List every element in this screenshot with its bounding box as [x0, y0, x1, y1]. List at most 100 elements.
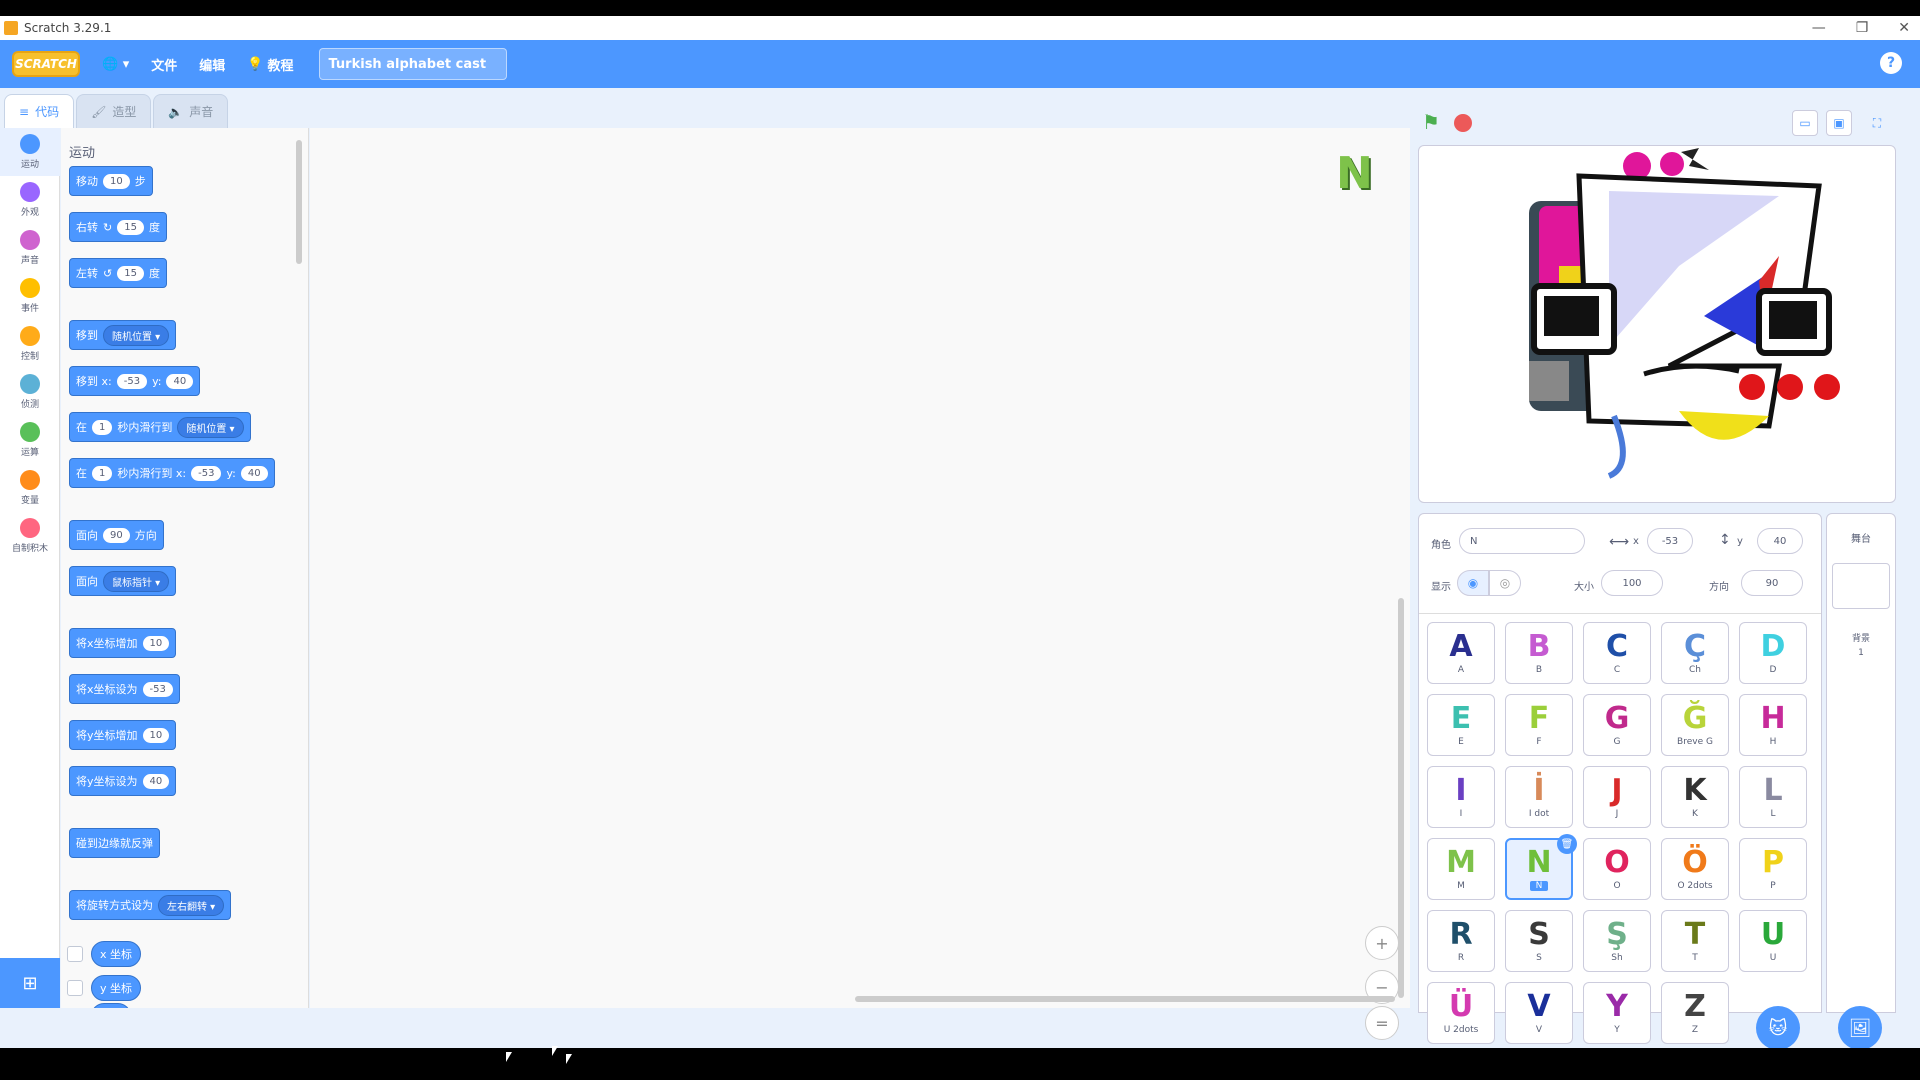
- language-menu[interactable]: 🌐 ▾: [102, 57, 129, 72]
- sprite-tile[interactable]: HH: [1739, 694, 1807, 756]
- y-input[interactable]: 40: [240, 465, 268, 481]
- stage-canvas[interactable]: [1418, 145, 1896, 503]
- x-position-checkbox[interactable]: [67, 946, 83, 962]
- set-y-block[interactable]: 将y坐标设为 40: [69, 766, 177, 796]
- category-5[interactable]: 侦测: [0, 368, 60, 416]
- sprite-tile[interactable]: KK: [1661, 766, 1729, 828]
- direction-input[interactable]: 90: [1741, 570, 1803, 596]
- script-workspace[interactable]: N + −: [310, 128, 1410, 1008]
- glide-xy-block[interactable]: 在 1 秒内滑行到 x: -53 y: 40: [69, 458, 275, 488]
- sprite-tile[interactable]: MM: [1427, 838, 1495, 900]
- dy-input[interactable]: 10: [142, 727, 170, 743]
- sprite-tile[interactable]: ZZ: [1661, 982, 1729, 1044]
- change-y-block[interactable]: 将y坐标增加 10: [69, 720, 177, 750]
- show-sprite-button[interactable]: ◉: [1457, 570, 1489, 596]
- point-towards-block[interactable]: 面向 鼠标指针 ▾: [69, 566, 177, 596]
- set-x-block[interactable]: 将x坐标设为 -53: [69, 674, 180, 704]
- fullscreen-button[interactable]: ⛶: [1864, 110, 1890, 136]
- secs-input[interactable]: 1: [92, 419, 113, 435]
- stop-button[interactable]: [1454, 114, 1472, 132]
- sprite-tile[interactable]: TT: [1661, 910, 1729, 972]
- rotation-dropdown[interactable]: 左右翻转 ▾: [158, 894, 225, 916]
- bounce-block[interactable]: 碰到边缘就反弹: [69, 828, 160, 858]
- sprite-tile[interactable]: GG: [1583, 694, 1651, 756]
- sprite-tile[interactable]: AA: [1427, 622, 1495, 684]
- goto-dropdown[interactable]: 随机位置 ▾: [103, 324, 170, 346]
- sprite-tile[interactable]: YY: [1583, 982, 1651, 1044]
- category-8[interactable]: 自制积木: [0, 512, 60, 560]
- help-button[interactable]: ?: [1880, 52, 1902, 74]
- green-flag-button[interactable]: ⚑: [1422, 110, 1440, 134]
- sprite-tile[interactable]: N N 🗑: [1505, 834, 1577, 900]
- turn-right-block[interactable]: 右转 ↻ 15 度: [69, 212, 167, 242]
- degrees-input[interactable]: 15: [117, 219, 144, 235]
- x-position-reporter[interactable]: x 坐标: [91, 941, 142, 967]
- sprite-tile[interactable]: OO: [1583, 838, 1651, 900]
- point-direction-block[interactable]: 面向 90 方向: [69, 520, 164, 550]
- move-steps-block[interactable]: 移动 10 步: [69, 166, 153, 196]
- sprite-tile[interactable]: ÖO 2dots: [1661, 838, 1729, 900]
- glide-to-block[interactable]: 在 1 秒内滑行到 随机位置 ▾: [69, 412, 251, 442]
- sprite-tile[interactable]: ÜU 2dots: [1427, 982, 1495, 1044]
- sprite-tile[interactable]: Ş Sh: [1583, 910, 1651, 972]
- y-input[interactable]: 40: [142, 773, 170, 789]
- degrees-input[interactable]: 15: [117, 265, 144, 281]
- sprite-tile[interactable]: BB: [1505, 622, 1573, 684]
- category-6[interactable]: 运算: [0, 416, 60, 464]
- y-input[interactable]: 40: [166, 373, 194, 389]
- workspace-vertical-scrollbar[interactable]: [1398, 598, 1404, 998]
- direction-reporter[interactable]: 方向: [91, 1003, 131, 1008]
- workspace-horizontal-scrollbar[interactable]: [855, 996, 1395, 1002]
- turn-left-block[interactable]: 左转 ↺ 15 度: [69, 258, 167, 288]
- category-4[interactable]: 控制: [0, 320, 60, 368]
- y-position-checkbox[interactable]: [67, 980, 83, 996]
- sprite-tile[interactable]: SS: [1505, 910, 1573, 972]
- sprite-tile[interactable]: VV: [1505, 982, 1573, 1044]
- sprite-tile[interactable]: CC: [1583, 622, 1651, 684]
- x-input[interactable]: -53: [191, 465, 222, 481]
- sprite-name-input[interactable]: N: [1459, 528, 1585, 554]
- sprite-tile[interactable]: İI dot: [1505, 766, 1573, 828]
- y-position-reporter[interactable]: y 坐标: [91, 975, 142, 1001]
- stage-target-pane[interactable]: 舞台 背景 1: [1826, 513, 1896, 1013]
- glide-dropdown[interactable]: 随机位置 ▾: [177, 416, 244, 438]
- tab-code[interactable]: ≡ 代码: [4, 94, 75, 128]
- palette-scrollbar[interactable]: [296, 140, 302, 264]
- sprite-tile[interactable]: Ç Ch: [1661, 622, 1729, 684]
- sprite-tile[interactable]: DD: [1739, 622, 1807, 684]
- sprite-tile[interactable]: JJ: [1583, 766, 1651, 828]
- tab-costumes[interactable]: 🖌 造型: [76, 94, 152, 128]
- sprite-tile[interactable]: Ğ Breve G: [1661, 694, 1729, 756]
- x-input[interactable]: -53: [116, 373, 148, 389]
- edit-menu[interactable]: 编辑: [199, 55, 225, 74]
- small-stage-button[interactable]: ▭: [1792, 110, 1818, 136]
- rotation-style-block[interactable]: 将旋转方式设为 左右翻转 ▾: [69, 890, 232, 920]
- steps-input[interactable]: 10: [103, 173, 130, 189]
- restore-button[interactable]: ❐: [1856, 20, 1869, 36]
- sprite-tile[interactable]: RR: [1427, 910, 1495, 972]
- category-0[interactable]: 运动: [0, 128, 60, 176]
- category-1[interactable]: 外观: [0, 176, 60, 224]
- secs-input[interactable]: 1: [92, 465, 113, 481]
- delete-sprite-button[interactable]: 🗑: [1557, 834, 1577, 854]
- direction-input[interactable]: 90: [103, 527, 130, 543]
- close-button[interactable]: ✕: [1898, 20, 1910, 36]
- tab-sounds[interactable]: 🔈 声音: [153, 94, 229, 128]
- sprite-tile[interactable]: II: [1427, 766, 1495, 828]
- sprite-tile[interactable]: EE: [1427, 694, 1495, 756]
- goto-block[interactable]: 移到 随机位置 ▾: [69, 320, 177, 350]
- y-position-input[interactable]: 40: [1757, 528, 1803, 554]
- zoom-in-button[interactable]: +: [1365, 926, 1399, 960]
- goto-xy-block[interactable]: 移到 x: -53 y: 40: [69, 366, 201, 396]
- add-extension-button[interactable]: ⊞: [0, 958, 60, 1008]
- x-position-input[interactable]: -53: [1647, 528, 1693, 554]
- sprite-tile[interactable]: LL: [1739, 766, 1807, 828]
- dx-input[interactable]: 10: [142, 635, 170, 651]
- add-sprite-button[interactable]: 🐱: [1756, 1006, 1800, 1048]
- sprite-tile[interactable]: UU: [1739, 910, 1807, 972]
- hide-sprite-button[interactable]: ◎: [1489, 570, 1521, 596]
- towards-dropdown[interactable]: 鼠标指针 ▾: [103, 570, 170, 592]
- sprite-tile[interactable]: PP: [1739, 838, 1807, 900]
- tutorials-menu[interactable]: 💡 教程: [247, 55, 293, 74]
- zoom-reset-button[interactable]: =: [1365, 1006, 1399, 1040]
